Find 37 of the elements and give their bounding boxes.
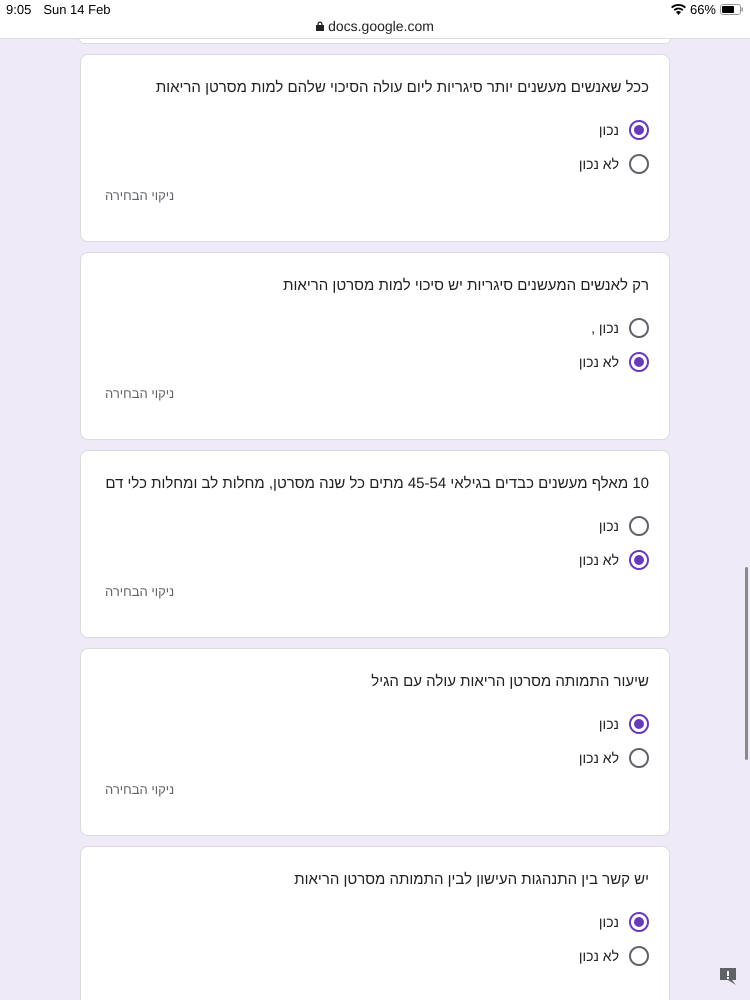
url-text[interactable]: docs.google.com <box>328 18 434 34</box>
wifi-icon <box>670 4 686 14</box>
radio-button[interactable] <box>629 550 649 570</box>
question-text: ככל שאנשים מעשנים יותר סיגריות ליום עולה הסיכוי שלהם למות מסרטן הריאות <box>154 78 649 98</box>
radio-button[interactable] <box>629 912 649 932</box>
option-label[interactable]: לא נכון <box>578 156 619 172</box>
radio-button[interactable] <box>629 352 649 372</box>
clear-selection-button[interactable]: ניקוי הבחירה <box>105 386 174 401</box>
question-text: יש קשר בין התנהגות העישון לבין התמותה מסרטן הריאות <box>293 870 649 890</box>
radio-button[interactable] <box>629 946 649 966</box>
radio-button[interactable] <box>629 318 649 338</box>
question-text: שיעור התמותה מסרטן הריאות עולה עם הגיל <box>370 672 649 692</box>
radio-button[interactable] <box>629 120 649 140</box>
option-label[interactable]: נכון <box>598 518 619 534</box>
clear-selection-button[interactable]: ניקוי הבחירה <box>105 584 174 599</box>
question-text: רק לאנשים המעשנים סיגריות יש סיכוי למות מסרטן הריאות <box>282 276 649 296</box>
option-label[interactable]: נכון <box>598 716 619 732</box>
option-label[interactable]: נכון <box>598 122 619 138</box>
battery-percent: 66% <box>690 2 716 16</box>
radio-button[interactable] <box>629 154 649 174</box>
radio-button[interactable] <box>629 714 649 734</box>
option-label[interactable]: נכון , <box>591 320 619 336</box>
clear-selection-button[interactable]: ניקוי הבחירה <box>105 782 174 797</box>
feedback-icon[interactable] <box>718 966 738 986</box>
lock-icon <box>316 21 324 31</box>
status-date: Sun 14 Feb <box>43 2 111 16</box>
option-label[interactable]: לא נכון <box>578 948 619 964</box>
clear-selection-button[interactable]: ניקוי הבחירה <box>105 188 174 203</box>
option-label[interactable]: נכון <box>598 914 619 930</box>
status-time: 9:05 <box>6 2 32 16</box>
option-label[interactable]: לא נכון <box>578 552 619 568</box>
radio-button[interactable] <box>629 516 649 536</box>
battery-icon <box>720 4 744 14</box>
question-text: 10 מאלף מעשנים כבדים בגילאי 45-54 מתים כל שנה מסרטן, מחלות לב ומחלות כלי דם <box>105 474 649 494</box>
radio-button[interactable] <box>629 748 649 768</box>
option-label[interactable]: לא נכון <box>578 354 619 370</box>
option-label[interactable]: לא נכון <box>578 750 619 766</box>
